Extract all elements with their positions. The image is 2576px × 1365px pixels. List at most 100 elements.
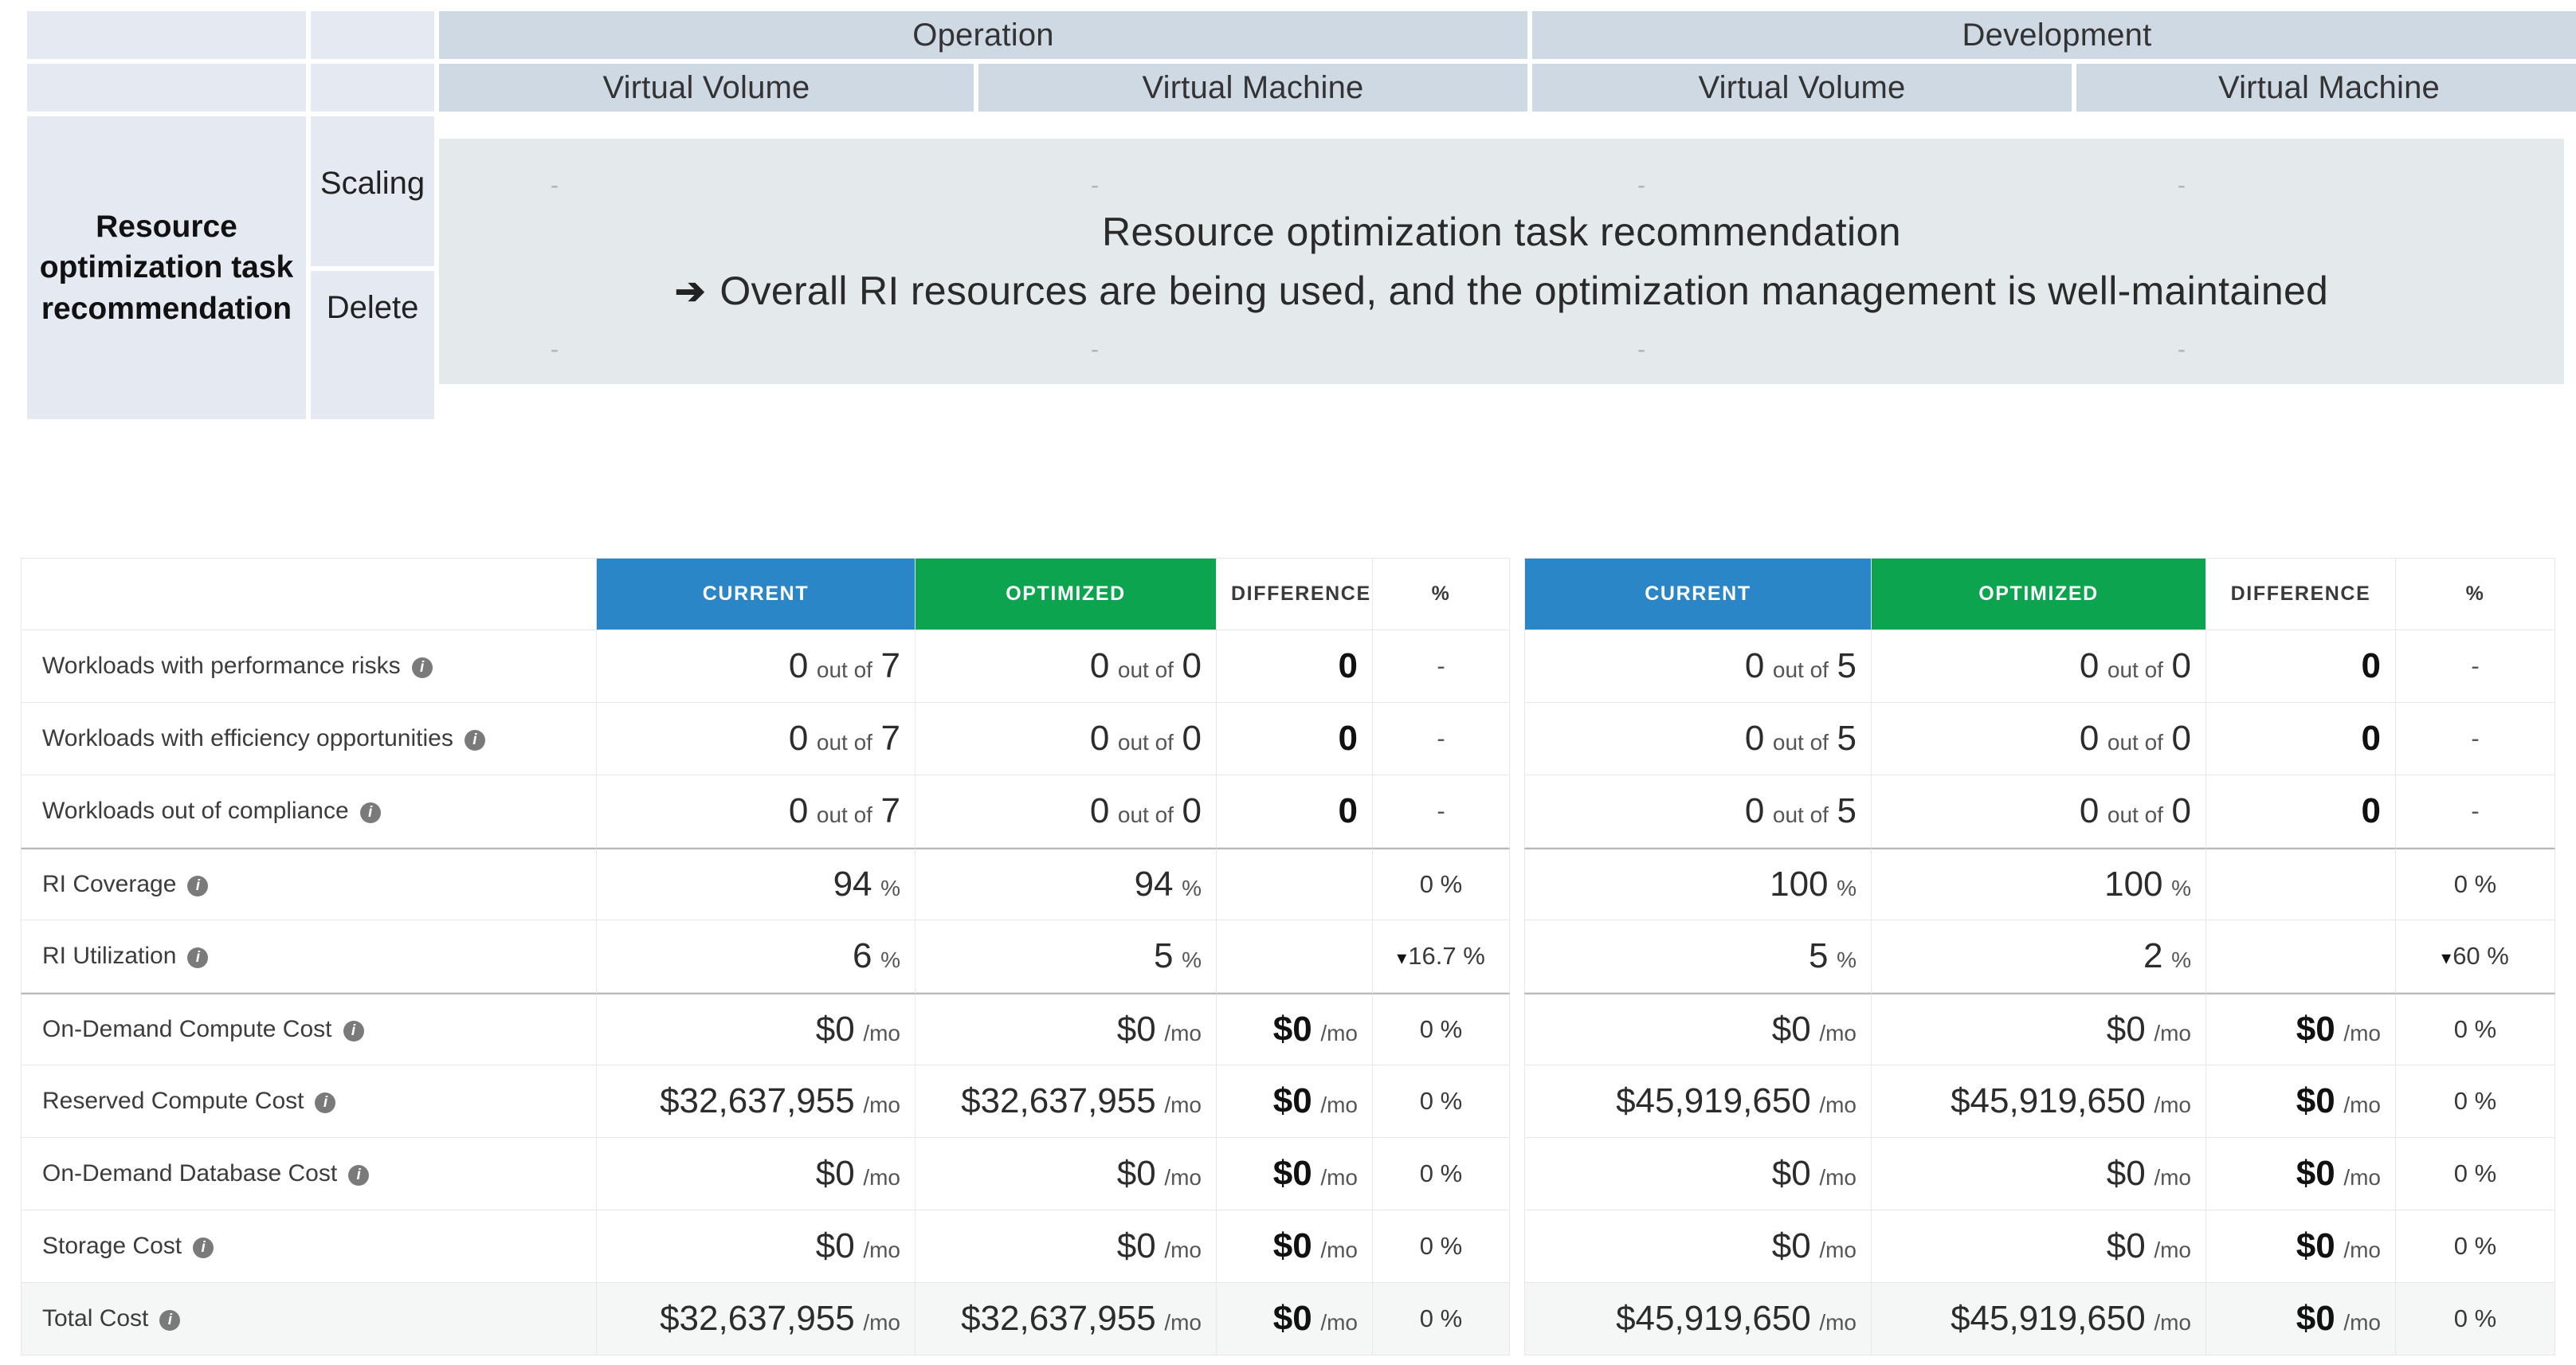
- percent-cell: 0 %: [1373, 1065, 1510, 1138]
- table-row: Storage Costi$0 /mo$0 /mo$0 /mo0 %: [21, 1210, 1510, 1283]
- table-header-row: CURRENT OPTIMIZED DIFFERENCE %: [1524, 558, 2555, 630]
- table-row: 0 out of 50 out of 00-: [1524, 703, 2555, 775]
- optimized-value-cell: $0 /mo: [1872, 1138, 2206, 1210]
- resource-header-op-virtual-machine: Virtual Machine: [978, 64, 1527, 112]
- current-value-cell: 5 %: [1524, 920, 1872, 993]
- info-icon[interactable]: i: [159, 1310, 180, 1331]
- header-difference: DIFFERENCE: [1217, 558, 1373, 630]
- table-header-row: CURRENT OPTIMIZED DIFFERENCE %: [21, 558, 1510, 630]
- empty-cell: [1217, 920, 1373, 993]
- diff-value-cell: $0 /mo: [1217, 1283, 1373, 1355]
- table-row: RI Utilizationi6 %5 %▾16.7 %: [21, 920, 1510, 993]
- current-value-cell: $0 /mo: [597, 993, 916, 1065]
- row-label: On-Demand Database Cost i: [21, 1138, 597, 1210]
- header-current: CURRENT: [1524, 558, 1872, 630]
- development-metrics-table: CURRENT OPTIMIZED DIFFERENCE % 0 out of …: [1524, 558, 2555, 1355]
- info-icon[interactable]: i: [348, 1165, 369, 1186]
- optimized-value-cell: 100 %: [1872, 848, 2206, 920]
- diff-value-cell: $0 /mo: [1217, 993, 1373, 1065]
- operation-metrics-table: CURRENT OPTIMIZED DIFFERENCE % Workloads…: [21, 558, 1510, 1355]
- table-row: Total Costi$32,637,955 /mo$32,637,955 /m…: [21, 1283, 1510, 1355]
- optimized-value-cell: 2 %: [1872, 920, 2206, 993]
- optimized-value-cell: $32,637,955 /mo: [916, 1065, 1217, 1138]
- optimized-value-cell: $45,919,650 /mo: [1872, 1283, 2206, 1355]
- current-value-cell: $0 /mo: [597, 1210, 916, 1283]
- table-row: Reserved Compute Costi$32,637,955 /mo$32…: [21, 1065, 1510, 1138]
- current-value-cell: 0 out of 5: [1524, 775, 1872, 848]
- info-icon[interactable]: i: [193, 1238, 214, 1258]
- optimized-value-cell: 0 out of 0: [1872, 630, 2206, 703]
- percent-cell: 0 %: [2396, 1210, 2555, 1283]
- row-label: Reserved Compute Costi: [21, 1065, 597, 1138]
- current-value-cell: $0 /mo: [1524, 1210, 1872, 1283]
- table-row: $0 /mo$0 /mo$0 /mo0 %: [1524, 1210, 2555, 1283]
- info-icon[interactable]: i: [343, 1021, 364, 1041]
- matrix-subrow-delete: Delete: [311, 271, 434, 419]
- optimized-value-cell: 94 %: [916, 848, 1217, 920]
- caret-down-icon: ▾: [1397, 947, 1406, 969]
- row-label: RI Coveragei: [21, 848, 597, 920]
- info-icon[interactable]: i: [315, 1092, 335, 1113]
- current-value-cell: $0 /mo: [597, 1138, 916, 1210]
- row-label-text: Workloads with performance risks: [42, 653, 401, 679]
- banner-tick-mark: -: [2178, 172, 2186, 199]
- percent-cell: -: [1373, 703, 1510, 775]
- optimized-value-cell: 0 out of 0: [916, 703, 1217, 775]
- optimized-value-cell: 0 out of 0: [916, 630, 1217, 703]
- current-value-cell: 0 out of 5: [1524, 630, 1872, 703]
- percent-cell: 0 %: [2396, 848, 2555, 920]
- percent-cell: ▾60 %: [2396, 920, 2555, 993]
- info-icon[interactable]: i: [465, 730, 485, 751]
- optimized-value-cell: 0 out of 0: [916, 775, 1217, 848]
- table-row: $0 /mo$0 /mo$0 /mo0 %: [1524, 1138, 2555, 1210]
- table-row: 0 out of 50 out of 00-: [1524, 630, 2555, 703]
- optimized-value-cell: $0 /mo: [1872, 993, 2206, 1065]
- optimized-value-cell: $0 /mo: [916, 1138, 1217, 1210]
- current-value-cell: $0 /mo: [1524, 1138, 1872, 1210]
- row-label-text: On-Demand Database Cost: [42, 1160, 337, 1187]
- empty-cell: [2206, 848, 2396, 920]
- current-value-cell: 0 out of 5: [1524, 703, 1872, 775]
- current-value-cell: $45,919,650 /mo: [1524, 1065, 1872, 1138]
- info-icon[interactable]: i: [360, 802, 381, 823]
- percent-cell: 0 %: [2396, 1283, 2555, 1355]
- current-value-cell: $0 /mo: [1524, 993, 1872, 1065]
- table-row: Workloads with performance risks i 0 out o…: [21, 630, 1510, 703]
- info-icon[interactable]: i: [187, 947, 208, 968]
- resource-header-dev-virtual-machine: Virtual Machine: [2076, 64, 2576, 112]
- table-row: $45,919,650 /mo$45,919,650 /mo$0 /mo0 %: [1524, 1283, 2555, 1355]
- diff-value-cell: 0: [2206, 775, 2396, 848]
- banner-tick-mark: -: [2178, 336, 2186, 363]
- table-row: On-Demand Database Costi$0 /mo$0 /mo$0 /…: [21, 1138, 1510, 1210]
- current-value-cell: 0 out of 7: [597, 703, 916, 775]
- banner-subtitle: Overall RI resources are being used, and…: [719, 268, 2328, 314]
- percent-cell: -: [1373, 630, 1510, 703]
- arrow-right-icon: ➔: [675, 273, 706, 309]
- row-label: On-Demand Compute Costi: [21, 993, 597, 1065]
- current-value-cell: $45,919,650 /mo: [1524, 1283, 1872, 1355]
- percent-cell: 0 %: [2396, 1138, 2555, 1210]
- optimized-value-cell: $45,919,650 /mo: [1872, 1065, 2206, 1138]
- header-difference: DIFFERENCE: [2206, 558, 2396, 630]
- table-row: 0 out of 50 out of 00-: [1524, 775, 2555, 848]
- diff-value-cell: $0 /mo: [2206, 1138, 2396, 1210]
- header-percent: %: [2396, 558, 2555, 630]
- diff-value-cell: $0 /mo: [1217, 1138, 1373, 1210]
- banner-tick-mark: -: [551, 336, 559, 363]
- table-row: On-Demand Compute Costi$0 /mo$0 /mo$0 /m…: [21, 993, 1510, 1065]
- percent-cell: 0 %: [2396, 993, 2555, 1065]
- row-label-text: Workloads with efficiency opportunities: [42, 725, 453, 751]
- recommendation-banner: - - - - - - - - Resource optimization ta…: [439, 139, 2564, 384]
- matrix-row-group-label: Resource optimization task recommendatio…: [27, 116, 306, 419]
- matrix-corner-blank-4: [311, 64, 434, 112]
- diff-value-cell: $0 /mo: [2206, 993, 2396, 1065]
- percent-cell: ▾16.7 %: [1373, 920, 1510, 993]
- optimized-value-cell: 0 out of 0: [1872, 775, 2206, 848]
- header-current: CURRENT: [597, 558, 916, 630]
- info-icon[interactable]: i: [412, 657, 433, 678]
- banner-tick-mark: -: [1091, 172, 1099, 199]
- banner-tick-mark: -: [1637, 172, 1645, 199]
- row-label: RI Utilizationi: [21, 920, 597, 993]
- percent-cell: 0 %: [1373, 1283, 1510, 1355]
- info-icon[interactable]: i: [187, 876, 208, 896]
